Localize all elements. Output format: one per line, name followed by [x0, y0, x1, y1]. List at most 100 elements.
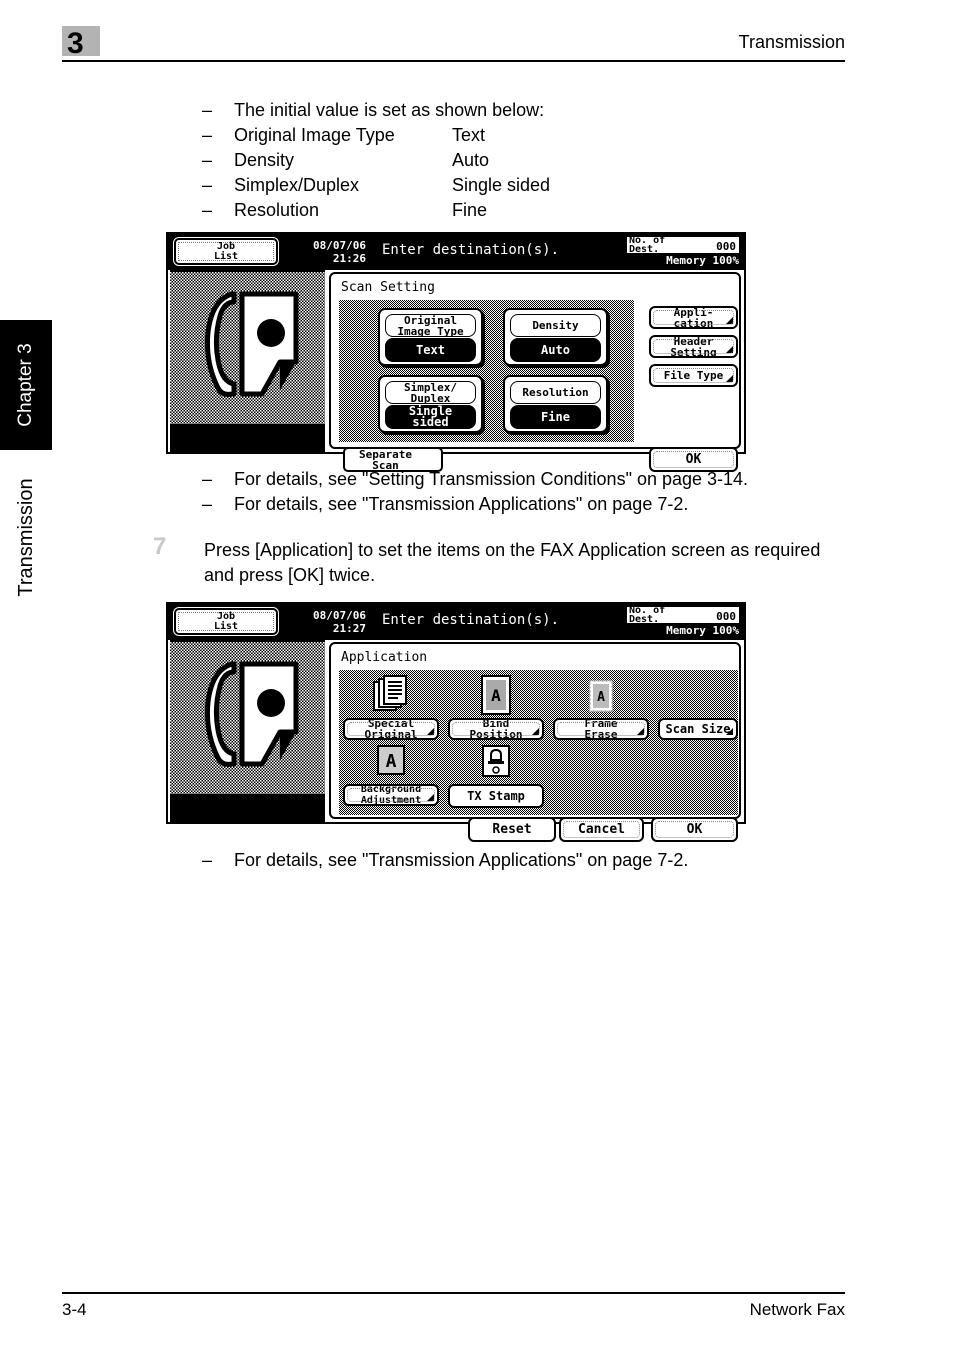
- dash-bullet: –: [202, 175, 213, 195]
- memory-status: Memory 100%: [666, 254, 739, 267]
- setting-title: Resolution: [510, 381, 601, 404]
- fax-illustration-panel: [170, 270, 325, 454]
- setting-term: Resolution: [234, 200, 320, 220]
- dash-bullet: –: [202, 469, 213, 489]
- setting-value: Text: [452, 125, 486, 145]
- status-message: Enter destination(s).: [382, 612, 560, 628]
- list-item: – The initial value is set as shown belo…: [202, 98, 862, 123]
- reference-text: For details, see "Setting Transmission C…: [234, 469, 749, 489]
- setting-value: Fine: [452, 200, 488, 220]
- tile-label[interactable]: Special Original: [343, 718, 439, 740]
- destination-count-box: No. of Dest. 000: [627, 606, 739, 625]
- bind-position-page-icon: A: [481, 675, 511, 715]
- list-item: – For details, see "Transmission Applica…: [202, 492, 892, 517]
- dash-bullet: –: [202, 125, 213, 145]
- page-sidebar: Chapter 3 Transmission: [0, 0, 56, 1352]
- expand-corner-icon: [427, 728, 434, 735]
- step-7: 7 Press [Application] to set the items o…: [153, 534, 853, 588]
- setting-value: Auto: [510, 338, 601, 362]
- job-list-button[interactable]: Job List: [174, 608, 278, 635]
- tile-special-original[interactable]: Special Original: [343, 674, 439, 740]
- tile-tx-stamp[interactable]: TX Stamp: [448, 744, 544, 810]
- header-rule: [62, 60, 845, 62]
- tile-background-adjustment[interactable]: A Background Adjustment: [343, 744, 439, 810]
- svg-text:A: A: [386, 751, 397, 772]
- section-label: Transmission: [0, 455, 52, 620]
- list-item: – Resolution Fine: [202, 198, 862, 223]
- setting-title: Original Image Type: [385, 314, 476, 337]
- job-list-button[interactable]: Job List: [174, 238, 278, 265]
- expand-corner-icon: [427, 794, 434, 801]
- memory-status: Memory 100%: [666, 624, 739, 637]
- destination-count-box: No. of Dest. 000: [627, 236, 739, 255]
- file-type-button[interactable]: File Type: [649, 364, 738, 387]
- tile-scan-size[interactable]: Scan Size: [658, 718, 738, 740]
- tile-label[interactable]: Bind Position: [448, 718, 544, 740]
- setting-term: Simplex/Duplex: [234, 175, 360, 195]
- reference-text: For details, see "Transmission Applicati…: [234, 494, 689, 514]
- datetime-display: 08/07/06 21:26: [284, 239, 366, 265]
- dash-bullet: –: [202, 200, 213, 220]
- time-text: 21:26: [332, 252, 366, 265]
- footer-page-number: 3-4: [62, 1300, 87, 1319]
- tile-label[interactable]: TX Stamp: [448, 784, 544, 808]
- fax-machine-icon: [205, 291, 299, 397]
- initial-values-intro: The initial value is set as shown below:: [234, 100, 545, 120]
- initial-values-list: – The initial value is set as shown belo…: [202, 98, 862, 223]
- job-list-label-line1: Job: [216, 240, 236, 252]
- reset-button[interactable]: Reset: [468, 817, 556, 842]
- application-button[interactable]: Appli- cation: [649, 306, 738, 329]
- setting-simplex-duplex[interactable]: Simplex/ Duplex Single sided: [378, 375, 483, 433]
- date-text: 08/07/06: [313, 239, 366, 252]
- page-header: 3 Transmission: [62, 26, 845, 64]
- dest-count-value: 000: [716, 610, 736, 623]
- stacked-pages-icon: [373, 675, 407, 711]
- tile-label[interactable]: Frame Erase: [553, 718, 649, 740]
- cancel-button[interactable]: Cancel: [559, 817, 644, 842]
- background-letter-a-icon: A: [377, 745, 405, 775]
- footer-doc-title: Network Fax: [749, 1300, 845, 1319]
- header-setting-button[interactable]: Header Setting: [649, 335, 738, 358]
- setting-original-image-type[interactable]: Original Image Type Text: [378, 308, 483, 366]
- datetime-display: 08/07/06 21:27: [284, 609, 366, 635]
- job-list-label-line1: Job: [216, 610, 236, 622]
- ok-button[interactable]: OK: [651, 817, 738, 842]
- lcd-status-bar: Job List 08/07/06 21:26 Enter destinatio…: [168, 234, 744, 270]
- tile-label[interactable]: Background Adjustment: [343, 784, 439, 806]
- list-item: – Original Image Type Text: [202, 123, 862, 148]
- reference-text: For details, see "Transmission Applicati…: [234, 850, 689, 870]
- status-message: Enter destination(s).: [382, 242, 560, 258]
- list-item: – Simplex/Duplex Single sided: [202, 173, 862, 198]
- step-text: Press [Application] to set the items on …: [204, 540, 821, 585]
- date-text: 08/07/06: [313, 609, 366, 622]
- setting-resolution[interactable]: Resolution Fine: [503, 375, 608, 433]
- footer-rule: [62, 1292, 845, 1294]
- job-list-label-line2: List: [213, 250, 239, 262]
- expand-corner-icon: [726, 317, 733, 324]
- dash-bullet: –: [202, 850, 213, 870]
- expand-corner-icon: [726, 346, 733, 353]
- setting-density[interactable]: Density Auto: [503, 308, 608, 366]
- section-label-text: Transmission: [14, 478, 37, 597]
- list-item: – For details, see "Transmission Applica…: [202, 848, 892, 873]
- setting-term: Original Image Type: [234, 125, 395, 145]
- fax-illustration-panel: [170, 640, 325, 824]
- stamp-icon: [482, 745, 510, 777]
- tile-frame-erase[interactable]: A Frame Erase: [553, 674, 649, 740]
- time-text: 21:27: [332, 622, 366, 635]
- illustration-base-strip: [170, 794, 325, 824]
- frame-erase-page-icon: A: [588, 679, 614, 713]
- lcd-section-title: Scan Setting: [341, 280, 435, 295]
- fax-machine-icon: [205, 661, 299, 767]
- setting-title: Simplex/ Duplex: [385, 381, 476, 404]
- chapter-number: 3: [67, 27, 84, 60]
- expand-corner-icon: [532, 728, 539, 735]
- lcd-screenshot-scan-setting: Job List 08/07/06 21:26 Enter destinatio…: [166, 232, 746, 472]
- tile-bind-position[interactable]: A Bind Position: [448, 674, 544, 740]
- list-item: – Density Auto: [202, 148, 862, 173]
- application-content: Application Special Original A Bind Posi…: [329, 642, 741, 842]
- list-item: – For details, see "Setting Transmission…: [202, 467, 892, 492]
- dest-count-value: 000: [716, 240, 736, 253]
- expand-corner-icon: [726, 728, 733, 735]
- step-number: 7: [153, 533, 167, 560]
